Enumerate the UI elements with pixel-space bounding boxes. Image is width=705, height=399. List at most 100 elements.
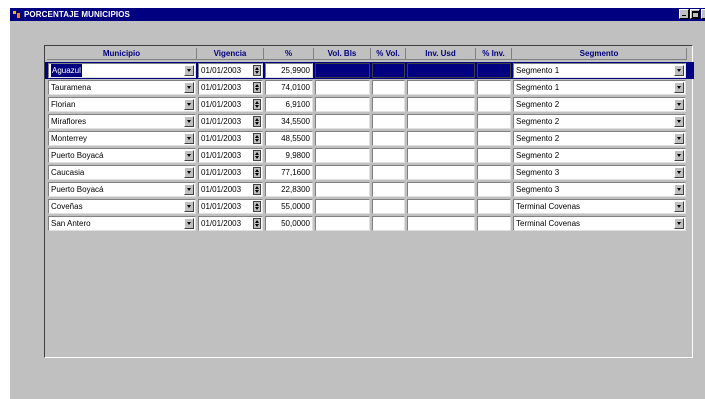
municipio-combo[interactable]: Monterrey	[48, 131, 196, 146]
vol-bls-field[interactable]	[315, 131, 370, 146]
municipio-combo[interactable]: Coveñas	[48, 199, 196, 214]
vol-bls-field[interactable]	[315, 97, 370, 112]
pct-vol-field[interactable]	[372, 148, 405, 163]
spinner-icon[interactable]	[253, 201, 261, 212]
maximize-icon[interactable]	[690, 9, 700, 19]
vigencia-date-field[interactable]: 01/01/2003	[198, 165, 263, 180]
vigencia-date-field[interactable]: 01/01/2003	[198, 80, 263, 95]
chevron-down-icon[interactable]	[184, 116, 194, 127]
segmento-combo[interactable]: Segmento 2	[513, 131, 686, 146]
pct-field[interactable]: 25,9900	[265, 63, 313, 78]
vol-bls-field[interactable]	[315, 148, 370, 163]
pct-field[interactable]: 6,9100	[265, 97, 313, 112]
municipio-combo[interactable]: San Antero	[48, 216, 196, 231]
spinner-icon[interactable]	[253, 99, 261, 110]
spinner-icon[interactable]	[253, 116, 261, 127]
municipio-combo[interactable]: Florian	[48, 97, 196, 112]
segmento-combo[interactable]: Segmento 1	[513, 80, 686, 95]
chevron-down-icon[interactable]	[184, 150, 194, 161]
chevron-down-icon[interactable]	[674, 201, 684, 212]
vigencia-date-field[interactable]: 01/01/2003	[198, 148, 263, 163]
inv-usd-field[interactable]	[407, 216, 475, 231]
chevron-down-icon[interactable]	[674, 167, 684, 178]
pct-vol-field[interactable]	[372, 114, 405, 129]
pct-vol-field[interactable]	[372, 97, 405, 112]
pct-vol-field[interactable]	[372, 182, 405, 197]
vigencia-date-field[interactable]: 01/01/2003	[198, 131, 263, 146]
pct-inv-field[interactable]	[477, 131, 511, 146]
pct-field[interactable]: 48,5500	[265, 131, 313, 146]
municipio-combo[interactable]: Puerto Boyacá	[48, 182, 196, 197]
pct-field[interactable]: 34,5500	[265, 114, 313, 129]
pct-inv-field[interactable]	[477, 165, 511, 180]
chevron-down-icon[interactable]	[674, 65, 684, 76]
pct-field[interactable]: 55,0000	[265, 199, 313, 214]
segmento-combo[interactable]: Segmento 2	[513, 114, 686, 129]
close-button[interactable]	[701, 9, 705, 19]
pct-inv-field[interactable]	[477, 114, 511, 129]
segmento-combo[interactable]: Terminal Covenas	[513, 216, 686, 231]
chevron-down-icon[interactable]	[674, 150, 684, 161]
table-row[interactable]: Puerto Boyacá 01/01/2003 9,9800 Segmento 2	[45, 147, 694, 164]
municipio-combo[interactable]: Caucasia	[48, 165, 196, 180]
inv-usd-field[interactable]	[407, 182, 475, 197]
chevron-down-icon[interactable]	[184, 184, 194, 195]
chevron-down-icon[interactable]	[674, 99, 684, 110]
spinner-icon[interactable]	[253, 218, 261, 229]
segmento-combo[interactable]: Terminal Covenas	[513, 199, 686, 214]
pct-vol-field[interactable]	[372, 216, 405, 231]
pct-field[interactable]: 74,0100	[265, 80, 313, 95]
spinner-icon[interactable]	[253, 65, 261, 76]
chevron-down-icon[interactable]	[184, 65, 194, 76]
segmento-combo[interactable]: Segmento 3	[513, 182, 686, 197]
segmento-combo[interactable]: Segmento 1	[513, 63, 686, 78]
vigencia-date-field[interactable]: 01/01/2003	[198, 199, 263, 214]
inv-usd-field[interactable]	[407, 63, 475, 78]
minimize-icon[interactable]	[679, 9, 689, 19]
inv-usd-field[interactable]	[407, 199, 475, 214]
pct-field[interactable]: 22,8300	[265, 182, 313, 197]
vigencia-date-field[interactable]: 01/01/2003	[198, 182, 263, 197]
table-row[interactable]: Miraflores 01/01/2003 34,5500 Segmento 2	[45, 113, 694, 130]
pct-inv-field[interactable]	[477, 216, 511, 231]
pct-inv-field[interactable]	[477, 97, 511, 112]
municipio-combo[interactable]: Tauramena	[48, 80, 196, 95]
pct-vol-field[interactable]	[372, 131, 405, 146]
vol-bls-field[interactable]	[315, 182, 370, 197]
spinner-icon[interactable]	[253, 82, 261, 93]
pct-field[interactable]: 9,9800	[265, 148, 313, 163]
segmento-combo[interactable]: Segmento 2	[513, 148, 686, 163]
pct-inv-field[interactable]	[477, 80, 511, 95]
chevron-down-icon[interactable]	[184, 218, 194, 229]
chevron-down-icon[interactable]	[674, 218, 684, 229]
vol-bls-field[interactable]	[315, 165, 370, 180]
vol-bls-field[interactable]	[315, 80, 370, 95]
inv-usd-field[interactable]	[407, 131, 475, 146]
pct-field[interactable]: 77,1600	[265, 165, 313, 180]
segmento-combo[interactable]: Segmento 3	[513, 165, 686, 180]
inv-usd-field[interactable]	[407, 97, 475, 112]
vol-bls-field[interactable]	[315, 199, 370, 214]
chevron-down-icon[interactable]	[674, 116, 684, 127]
pct-inv-field[interactable]	[477, 148, 511, 163]
inv-usd-field[interactable]	[407, 80, 475, 95]
chevron-down-icon[interactable]	[674, 82, 684, 93]
spinner-icon[interactable]	[253, 167, 261, 178]
chevron-down-icon[interactable]	[184, 167, 194, 178]
table-row[interactable]: Aguazul 01/01/2003 25,9900 Segmento 1	[45, 62, 694, 79]
pct-inv-field[interactable]	[477, 182, 511, 197]
pct-vol-field[interactable]	[372, 80, 405, 95]
chevron-down-icon[interactable]	[184, 82, 194, 93]
spinner-icon[interactable]	[253, 150, 261, 161]
title-bar[interactable]: PORCENTAJE MUNICIPIOS	[10, 8, 705, 21]
chevron-down-icon[interactable]	[674, 133, 684, 144]
spinner-icon[interactable]	[253, 133, 261, 144]
table-row[interactable]: Caucasia 01/01/2003 77,1600 Segmento 3	[45, 164, 694, 181]
chevron-down-icon[interactable]	[184, 201, 194, 212]
table-row[interactable]: Coveñas 01/01/2003 55,0000 Terminal Covenas	[45, 198, 694, 215]
table-row[interactable]: Florian 01/01/2003 6,9100 Segmento 2	[45, 96, 694, 113]
pct-vol-field[interactable]	[372, 199, 405, 214]
pct-field[interactable]: 50,0000	[265, 216, 313, 231]
municipio-combo[interactable]: Puerto Boyacá	[48, 148, 196, 163]
pct-vol-field[interactable]	[372, 165, 405, 180]
